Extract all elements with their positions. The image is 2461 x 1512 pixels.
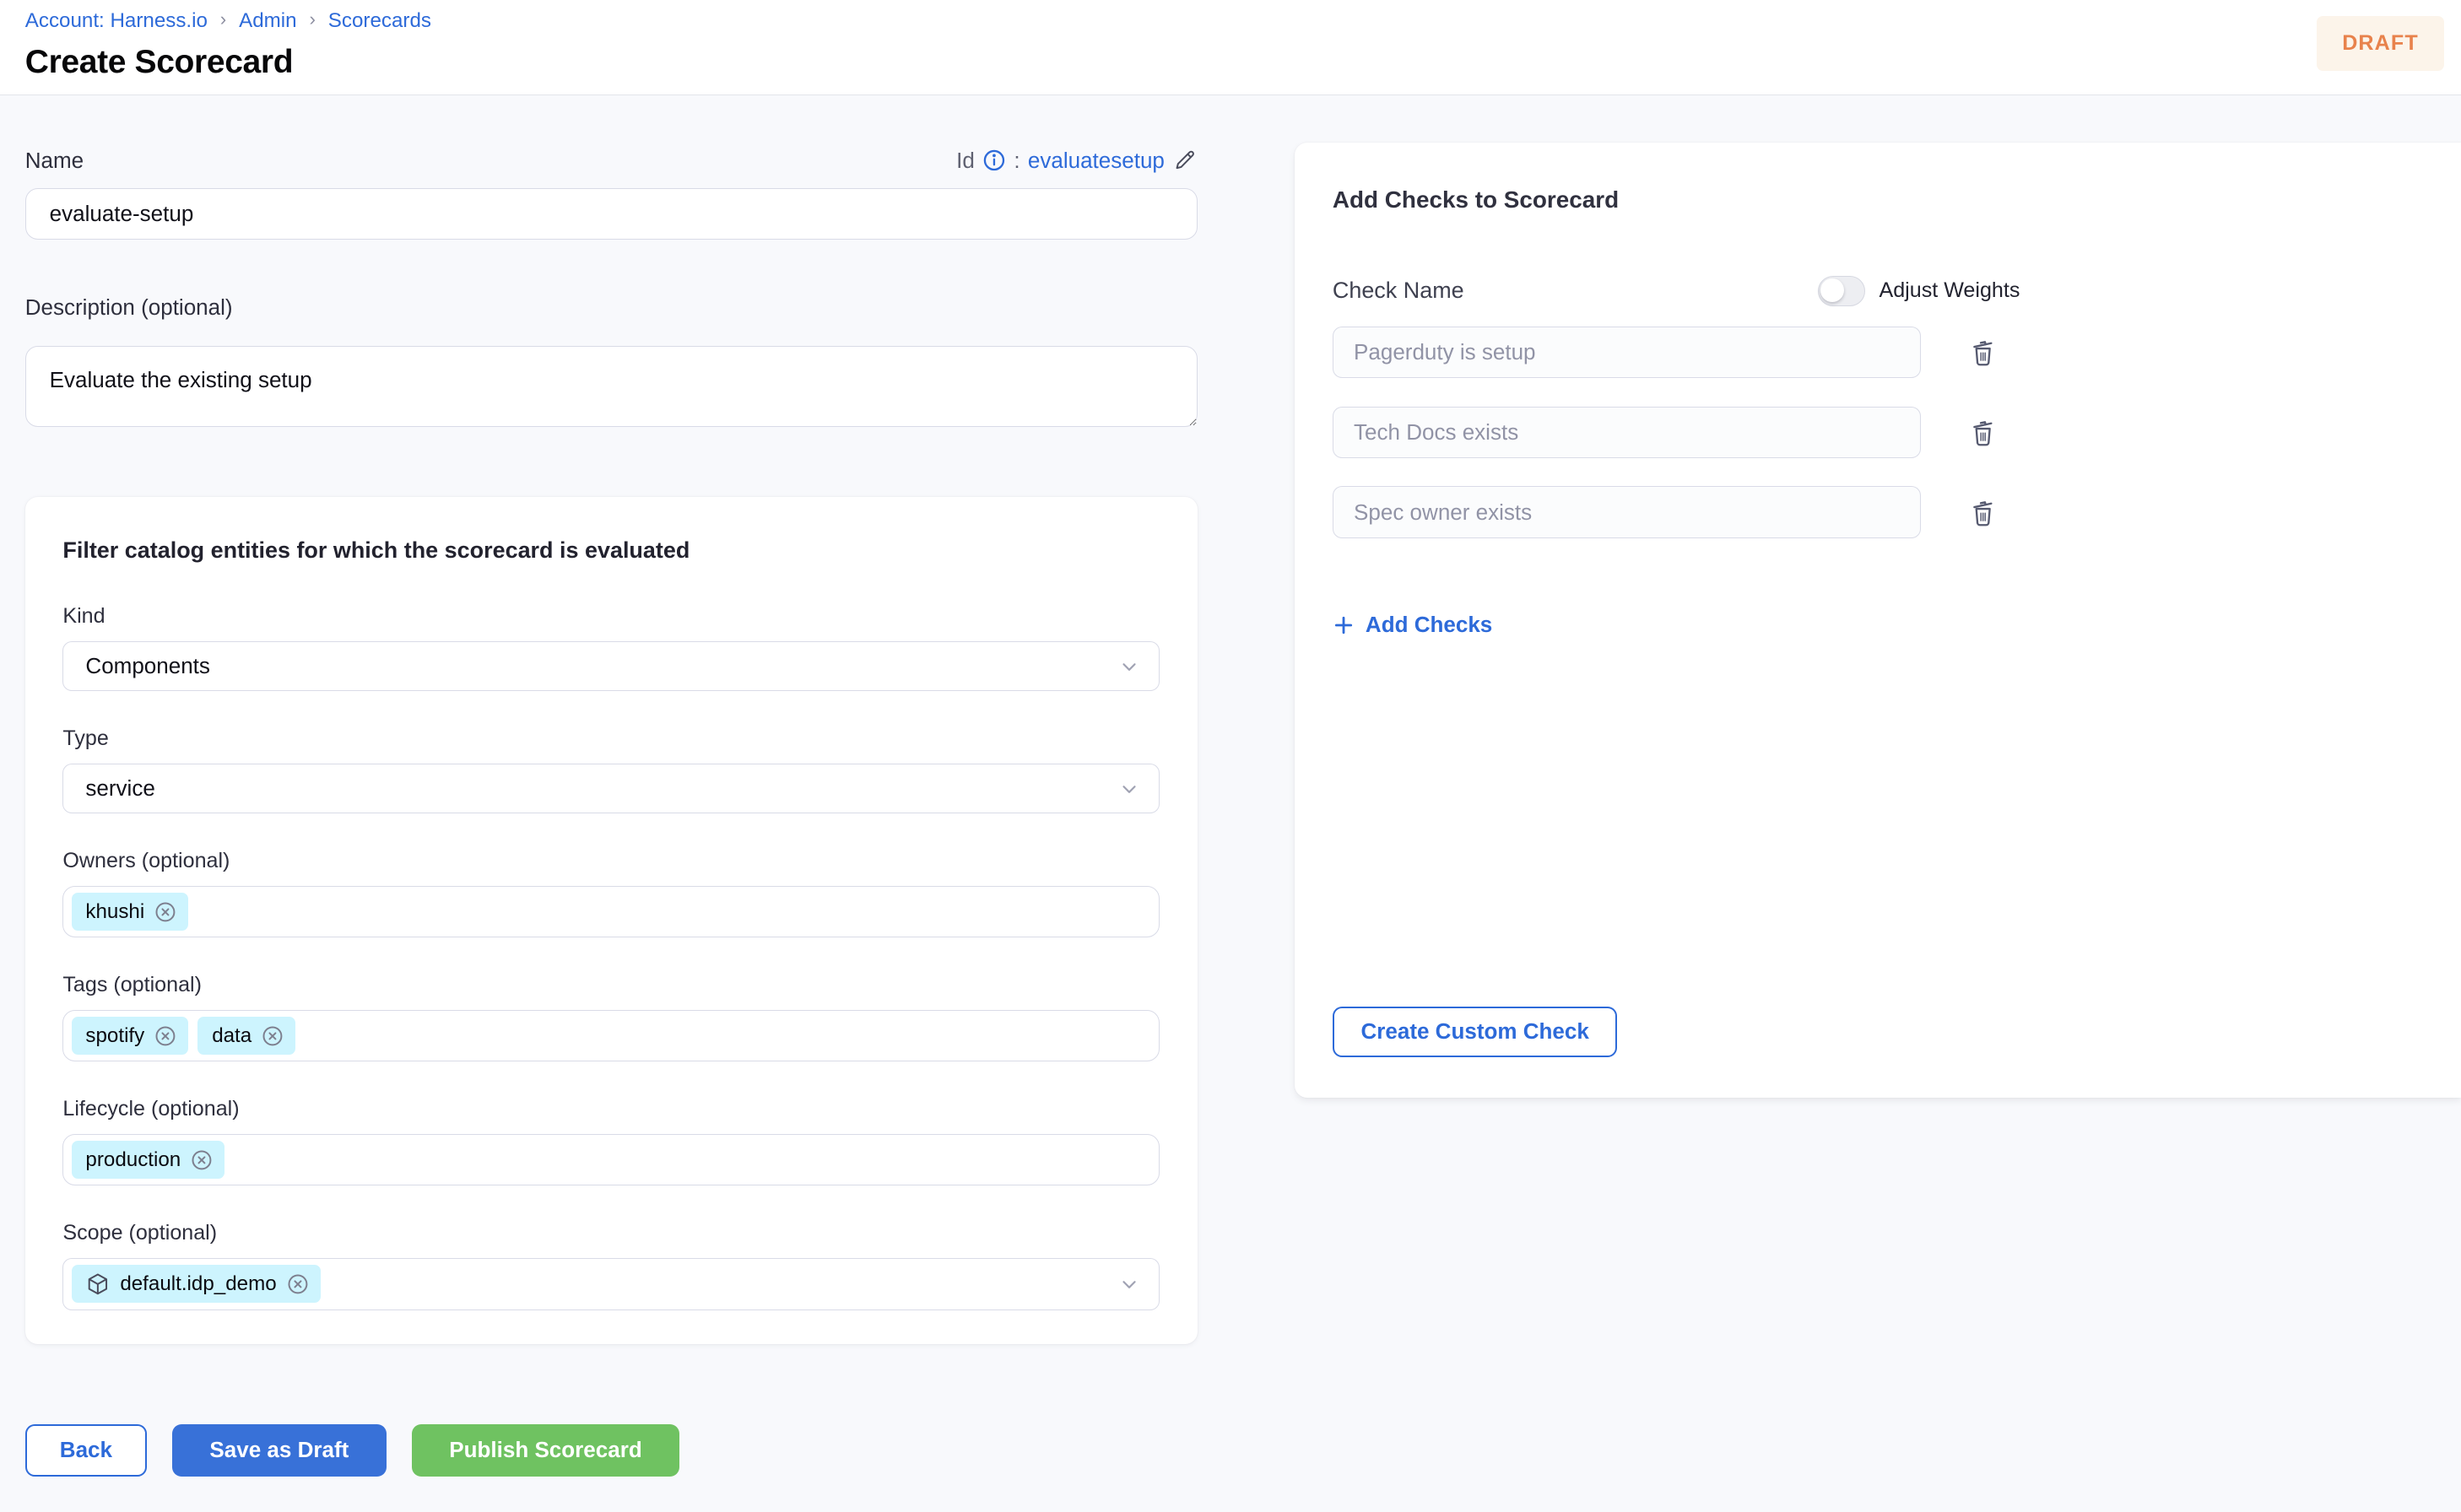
delete-check-button[interactable]: [1968, 496, 1998, 529]
trash-icon: [1968, 496, 1998, 529]
remove-tag-chip-icon[interactable]: [154, 1024, 177, 1048]
name-label-row: Name Id : evaluatesetup: [25, 148, 1198, 174]
check-row: [1332, 326, 2424, 379]
cube-icon: [85, 1272, 111, 1297]
lifecycle-input[interactable]: production: [62, 1133, 1160, 1186]
kind-label: Kind: [62, 604, 105, 629]
add-checks-link[interactable]: Add Checks: [1333, 612, 1492, 638]
kind-selected-value: Components: [85, 653, 210, 679]
remove-owner-chip-icon[interactable]: [154, 900, 177, 924]
breadcrumb-separator: ›: [309, 8, 316, 30]
scope-field-group: Scope (optional) default.idp_demo: [62, 1220, 1160, 1310]
chevron-down-icon: [1118, 778, 1140, 800]
remove-scope-chip-icon[interactable]: [286, 1272, 310, 1296]
scope-label: Scope (optional): [62, 1221, 218, 1245]
lifecycle-label: Lifecycle (optional): [62, 1097, 240, 1121]
name-input[interactable]: [24, 187, 1198, 240]
check-row: [1332, 486, 2424, 538]
page-title: Create Scorecard: [24, 44, 294, 81]
add-checks-heading: Add Checks to Scorecard: [1332, 186, 1620, 213]
breadcrumb: Account: Harness.io › Admin › Scorecards: [25, 8, 2461, 33]
filter-card-heading: Filter catalog entities for which the sc…: [62, 537, 690, 564]
owners-label: Owners (optional): [62, 849, 230, 873]
breadcrumb-separator: ›: [219, 8, 227, 30]
remove-lifecycle-chip-icon[interactable]: [190, 1148, 214, 1172]
edit-id-pencil-icon[interactable]: [1172, 148, 1198, 173]
lifecycle-chip: production: [71, 1141, 225, 1180]
chevron-down-icon: [1118, 1273, 1140, 1295]
tags-input[interactable]: spotify data: [62, 1009, 1160, 1062]
page-body: Name Id : evaluatesetup evaluate-setup D…: [0, 95, 2461, 1512]
type-label: Type: [62, 726, 109, 751]
tags-label: Tags (optional): [62, 973, 202, 997]
id-row: Id : evaluatesetup: [956, 148, 1198, 174]
owners-input[interactable]: khushi: [62, 885, 1160, 938]
owner-chip-label: khushi: [85, 899, 145, 923]
create-scorecard-page: Account: Harness.io › Admin › Scorecards…: [0, 0, 2461, 1512]
footer-actions: Back Save as Draft Publish Scorecard: [24, 1424, 1198, 1512]
check-name-column-label: Check Name: [1332, 278, 1464, 304]
delete-check-button[interactable]: [1968, 416, 1998, 449]
publish-scorecard-button[interactable]: Publish Scorecard: [411, 1424, 680, 1477]
add-checks-card: Add Checks to Scorecard Check Name Adjus…: [1295, 143, 2461, 1098]
owner-chip: khushi: [71, 893, 189, 931]
filter-entities-card: Filter catalog entities for which the sc…: [24, 496, 1198, 1345]
adjust-weights-toggle[interactable]: [1817, 276, 1865, 306]
tag-chip-label: spotify: [85, 1023, 145, 1047]
save-as-draft-button[interactable]: Save as Draft: [171, 1424, 387, 1477]
check-name-input[interactable]: [1332, 406, 1922, 458]
name-label: Name: [24, 147, 84, 173]
chevron-down-icon: [1118, 656, 1140, 678]
check-header-row: Check Name Adjust Weights: [1332, 276, 2020, 306]
remove-tag-chip-icon[interactable]: [261, 1024, 284, 1048]
plus-icon: [1333, 614, 1355, 636]
toggle-knob: [1820, 278, 1844, 303]
trash-icon: [1968, 416, 1998, 449]
id-label: Id: [956, 147, 975, 173]
check-name-input[interactable]: [1332, 486, 1922, 538]
page-header: Account: Harness.io › Admin › Scorecards…: [0, 0, 2461, 96]
info-icon[interactable]: [982, 148, 1006, 172]
type-select[interactable]: service: [62, 763, 1160, 814]
breadcrumb-account-link[interactable]: Account: Harness.io: [25, 9, 208, 33]
lifecycle-field-group: Lifecycle (optional) production: [62, 1096, 1160, 1186]
lifecycle-chip-label: production: [85, 1148, 181, 1171]
owners-field-group: Owners (optional) khushi: [62, 848, 1160, 938]
check-name-input[interactable]: [1332, 326, 1922, 379]
status-badge: DRAFT: [2317, 15, 2444, 71]
check-row: [1332, 406, 2424, 458]
scope-chip: default.idp_demo: [71, 1265, 321, 1304]
add-checks-label: Add Checks: [1365, 612, 1493, 638]
description-textarea[interactable]: Evaluate the existing setup: [24, 345, 1198, 428]
kind-select[interactable]: Components: [62, 640, 1160, 692]
kind-field-group: Kind Components: [62, 603, 1160, 692]
type-field-group: Type service: [62, 726, 1160, 814]
tag-chip: data: [197, 1017, 296, 1056]
id-colon: :: [1014, 147, 1020, 173]
type-selected-value: service: [85, 775, 155, 802]
back-button[interactable]: Back: [24, 1424, 148, 1477]
adjust-weights-group: Adjust Weights: [1817, 276, 2020, 306]
scorecard-details-column: Name Id : evaluatesetup evaluate-setup D…: [24, 95, 1198, 1512]
tag-chip: spotify: [71, 1017, 189, 1056]
tags-field-group: Tags (optional) spotify data: [62, 972, 1160, 1062]
breadcrumb-scorecards-link[interactable]: Scorecards: [328, 9, 431, 33]
breadcrumb-admin-link[interactable]: Admin: [239, 9, 296, 33]
tag-chip-label: data: [212, 1023, 252, 1047]
description-label: Description (optional): [24, 294, 233, 320]
id-value-link[interactable]: evaluatesetup: [1028, 148, 1165, 174]
adjust-weights-label: Adjust Weights: [1879, 278, 2020, 303]
trash-icon: [1968, 336, 1998, 369]
delete-check-button[interactable]: [1968, 336, 1998, 369]
create-custom-check-button[interactable]: Create Custom Check: [1332, 1007, 1618, 1057]
scope-select[interactable]: default.idp_demo: [62, 1258, 1160, 1310]
scope-chip-label: default.idp_demo: [120, 1272, 277, 1295]
